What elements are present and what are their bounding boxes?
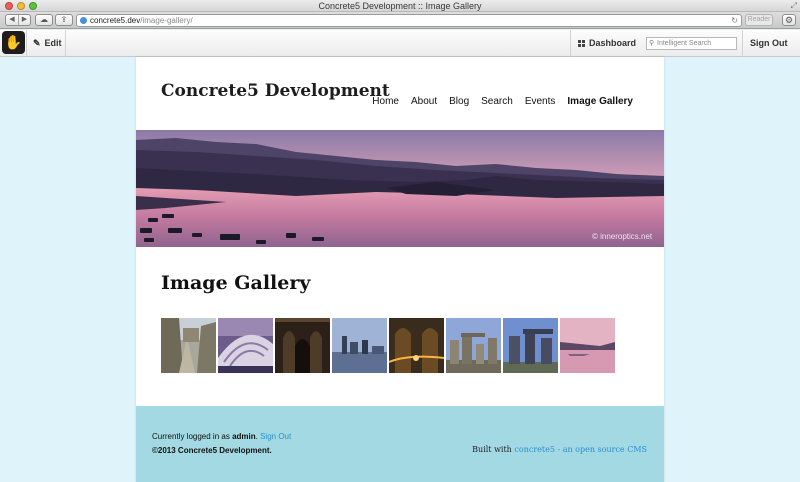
gallery-thumbnail-lights[interactable]	[389, 318, 444, 373]
lake-sunset-illustration: © inneroptics.net	[136, 130, 664, 247]
address-bar[interactable]: concrete5.dev/image-gallery/ ↻	[76, 14, 742, 27]
copyright: ©2013 Concrete5 Development.	[152, 446, 272, 455]
minimize-window-button[interactable]	[17, 2, 25, 10]
gallery-thumbnail-megaliths[interactable]	[503, 318, 558, 373]
concrete5-hand-icon[interactable]: ✋	[2, 31, 25, 54]
dashboard-grid-icon	[578, 40, 585, 47]
toolbar-sign-out-button[interactable]: Sign Out	[742, 30, 800, 57]
image-gallery	[161, 318, 615, 373]
header-banner-image: © inneroptics.net	[136, 130, 664, 247]
settings-button[interactable]: ⚙	[782, 14, 796, 26]
search-icon: ⚲	[649, 40, 655, 47]
login-status: Currently logged in as admin. Sign Out	[152, 432, 291, 441]
site-title[interactable]: Concrete5 Development	[161, 81, 390, 101]
cms-toolbar: ✋ ✎ Edit Dashboard ⚲ Intelligent Search S…	[0, 30, 800, 57]
nav-home[interactable]: Home	[372, 96, 399, 107]
gallery-thumbnail-stones[interactable]	[446, 318, 501, 373]
page-container: Concrete5 Development Home About Blog Se…	[136, 57, 664, 482]
logged-in-username: admin	[232, 432, 256, 441]
share-icon: ⇪	[60, 15, 68, 24]
window-controls	[5, 2, 37, 10]
gallery-thumbnail-waterfront[interactable]	[332, 318, 387, 373]
edit-label: Edit	[44, 38, 62, 48]
page-title: Image Gallery	[161, 272, 311, 294]
back-button[interactable]: ◀	[6, 15, 18, 25]
concrete5-link[interactable]: concrete5 - an open source CMS	[514, 445, 647, 454]
footer-sign-out-link[interactable]: Sign Out	[260, 432, 291, 441]
login-prefix: Currently logged in as	[152, 432, 230, 441]
globe-icon	[80, 17, 87, 24]
nav-search[interactable]: Search	[481, 96, 513, 107]
gallery-thumbnail-lake[interactable]	[560, 318, 615, 373]
close-window-button[interactable]	[5, 2, 13, 10]
built-with: Built with concrete5 - an open source CM…	[472, 445, 647, 454]
forward-button[interactable]: ▶	[18, 15, 30, 25]
main-nav: Home About Blog Search Events Image Gall…	[372, 96, 633, 107]
photo-credit: © inneroptics.net	[592, 232, 653, 241]
built-with-prefix: Built with	[472, 445, 512, 454]
url-host: concrete5.dev	[90, 16, 141, 25]
nav-events[interactable]: Events	[525, 96, 556, 107]
reader-button[interactable]: Reader	[745, 14, 773, 26]
dashboard-button[interactable]: Dashboard	[570, 30, 642, 57]
intelligent-search-input[interactable]: ⚲ Intelligent Search	[646, 37, 737, 50]
window-titlebar: Concrete5 Development :: Image Gallery ⤢	[0, 0, 800, 12]
share-button[interactable]: ⇪	[55, 14, 73, 26]
nav-image-gallery[interactable]: Image Gallery	[567, 96, 633, 107]
window-title: Concrete5 Development :: Image Gallery	[318, 1, 482, 11]
site-footer: Currently logged in as admin. Sign Out ©…	[136, 406, 664, 482]
fullscreen-icon[interactable]: ⤢	[791, 0, 797, 12]
nav-about[interactable]: About	[411, 96, 437, 107]
gallery-thumbnail-street[interactable]	[161, 318, 216, 373]
gallery-thumbnail-arches[interactable]	[218, 318, 273, 373]
login-period: .	[255, 432, 258, 441]
search-placeholder: Intelligent Search	[657, 40, 712, 47]
gallery-thumbnail-cathedral[interactable]	[275, 318, 330, 373]
zoom-window-button[interactable]	[29, 2, 37, 10]
edit-button[interactable]: ✎ Edit	[26, 30, 66, 57]
pencil-icon: ✎	[33, 38, 41, 48]
cloud-icon: ☁	[40, 15, 48, 24]
reload-icon[interactable]: ↻	[731, 15, 738, 26]
icloud-tabs-button[interactable]: ☁	[35, 14, 53, 26]
nav-blog[interactable]: Blog	[449, 96, 469, 107]
gear-icon: ⚙	[784, 15, 794, 25]
url-path: /image-gallery/	[140, 16, 193, 25]
history-nav: ◀ ▶	[5, 14, 31, 26]
browser-toolbar: ◀ ▶ ☁ ⇪ concrete5.dev/image-gallery/ ↻ R…	[0, 12, 800, 29]
dashboard-label: Dashboard	[589, 38, 637, 48]
